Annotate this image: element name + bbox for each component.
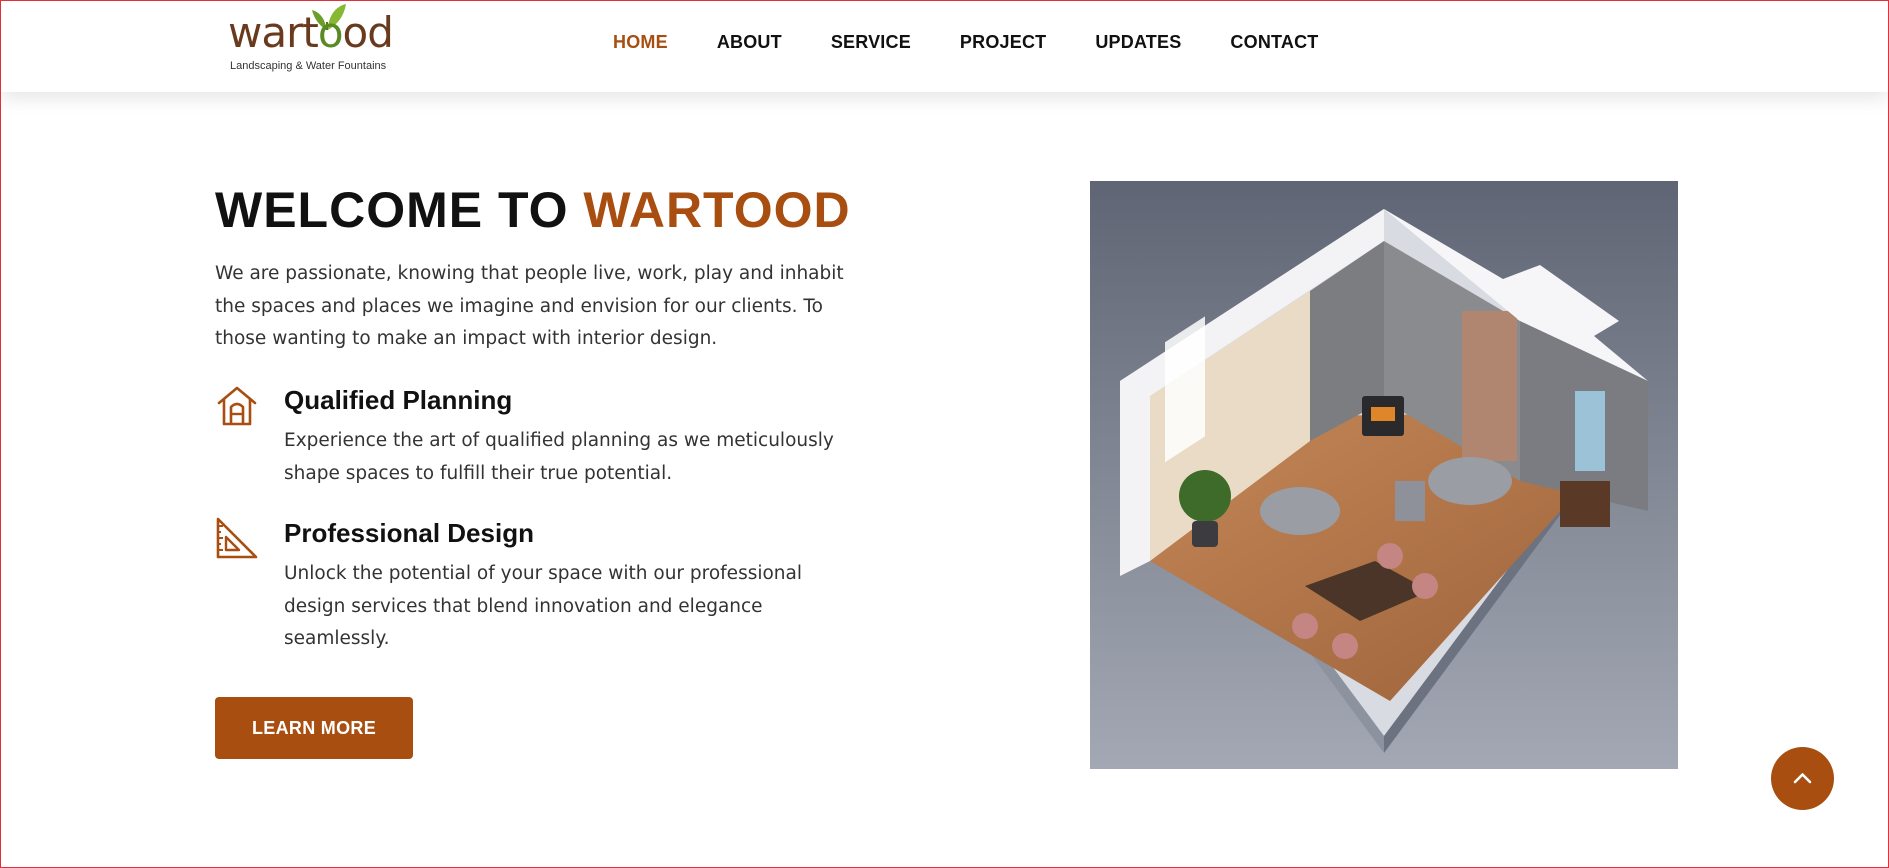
feature-text: Experience the art of qualified planning… [284,430,834,484]
nav-service[interactable]: SERVICE [831,28,911,56]
logo-wordmark: wartood [228,8,394,57]
nav-about[interactable]: ABOUT [717,28,782,56]
learn-more-button[interactable]: LEARN MORE [215,697,413,759]
main-nav: HOME ABOUT SERVICE PROJECT UPDATES CONTA… [613,28,1367,56]
feature-title: Qualified Planning [284,385,513,415]
house-icon [217,386,257,426]
site-header: wartood Landscaping & Water Fountains HO… [0,0,1889,92]
feature-text: Unlock the potential of your space with … [284,563,802,649]
intro-text: We are passionate, knowing that people l… [215,263,844,349]
scroll-to-top-button[interactable] [1771,747,1834,810]
page-title: WELCOME TO WARTOOD [215,180,851,240]
set-square-icon [216,517,258,559]
nav-home[interactable]: HOME [613,28,668,56]
logo-tagline: Landscaping & Water Fountains [230,60,387,72]
nav-contact[interactable]: CONTACT [1230,28,1318,56]
title-accent: WARTOOD [583,182,851,238]
nav-updates[interactable]: UPDATES [1095,28,1181,56]
title-prefix: WELCOME TO [215,182,584,238]
logo[interactable]: wartood Landscaping & Water Fountains [226,0,396,80]
feature-title: Professional Design [284,518,534,548]
isometric-room-image [1090,181,1678,769]
nav-project[interactable]: PROJECT [960,28,1046,56]
chevron-up-icon [1793,773,1812,784]
